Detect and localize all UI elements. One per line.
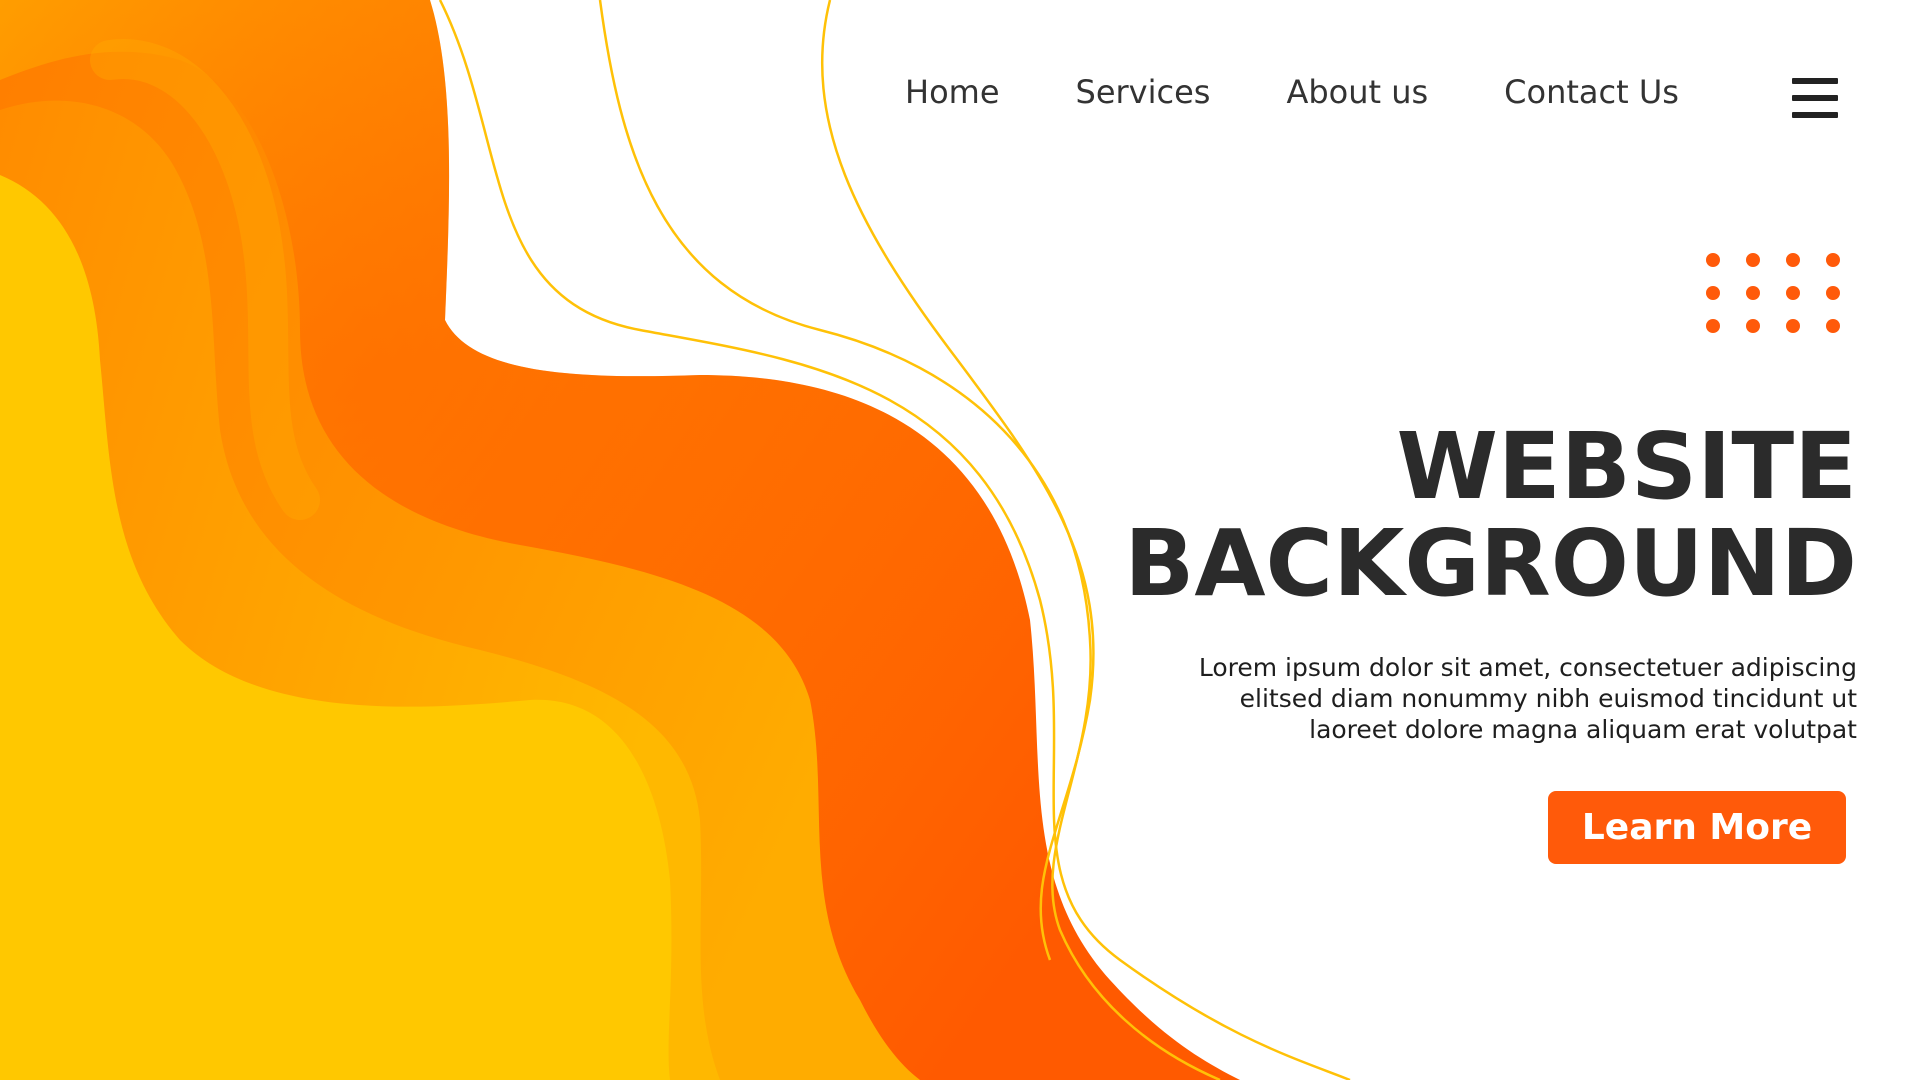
decorative-dot-grid [1706,253,1846,337]
main-nav: Home Services About us Contact Us [905,76,1679,108]
menu-bar-middle [1792,95,1838,101]
hero-description-line-3: laoreet dolore magna aliquam erat volutp… [1309,715,1857,744]
hero-title-line-1: WEBSITE [1396,413,1857,520]
landing-page: Home Services About us Contact Us WEBSIT… [0,0,1920,1080]
dot [1826,286,1840,300]
hero-title: WEBSITE BACKGROUND [1124,418,1857,612]
dot [1746,253,1760,267]
hero-description-line-2: elitsed diam nonummy nibh euismod tincid… [1239,684,1857,713]
hamburger-menu-icon[interactable] [1792,78,1838,120]
dot [1786,319,1800,333]
dot [1706,286,1720,300]
nav-link-home[interactable]: Home [905,76,1000,108]
dot [1706,319,1720,333]
dot [1786,286,1800,300]
dot [1786,253,1800,267]
nav-link-about-us[interactable]: About us [1286,76,1428,108]
dot [1746,319,1760,333]
menu-bar-bottom [1792,112,1838,118]
menu-bar-top [1792,78,1838,84]
hero-title-line-2: BACKGROUND [1124,510,1857,617]
hero-description-line-1: Lorem ipsum dolor sit amet, consectetuer… [1198,653,1857,682]
dot [1706,253,1720,267]
dot [1746,286,1760,300]
hero-description: Lorem ipsum dolor sit amet, consectetuer… [1097,652,1857,745]
nav-link-contact-us[interactable]: Contact Us [1504,76,1679,108]
nav-link-services[interactable]: Services [1076,76,1211,108]
dot [1826,319,1840,333]
learn-more-button[interactable]: Learn More [1548,791,1846,864]
dot [1826,253,1840,267]
